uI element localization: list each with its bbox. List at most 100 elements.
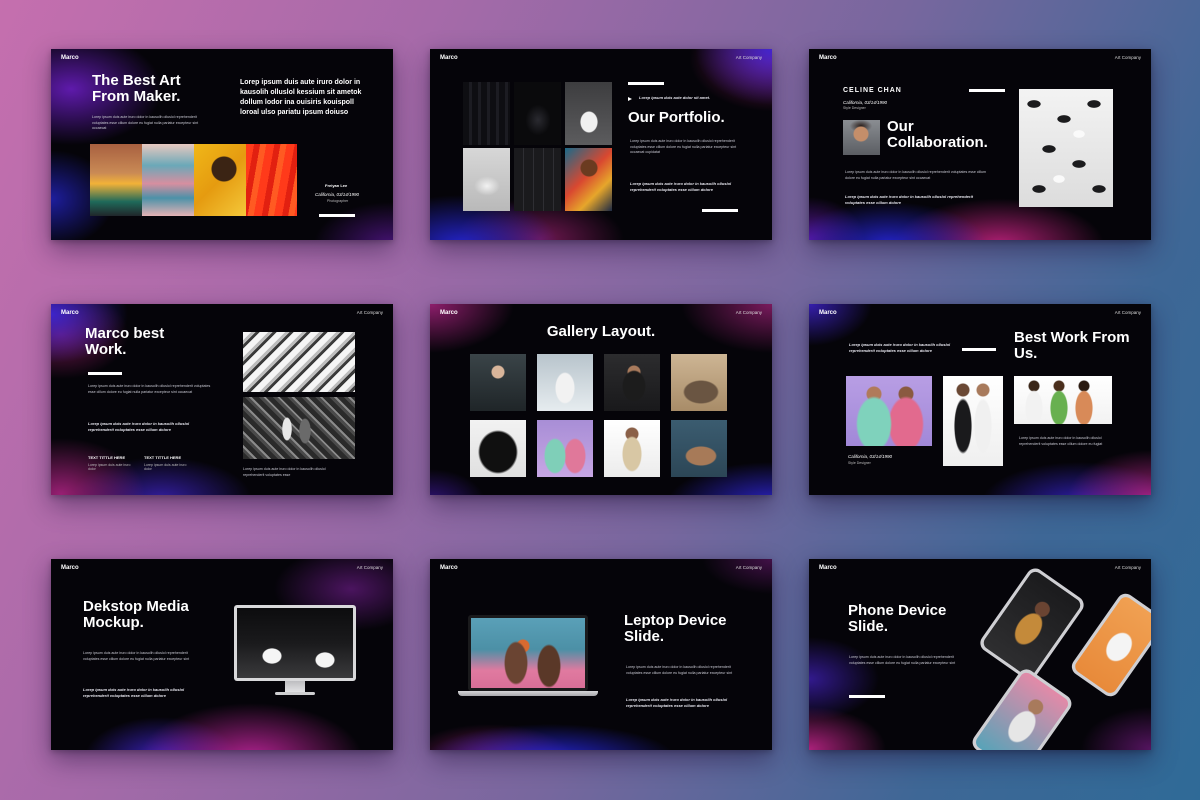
photo-sneakers <box>1019 89 1113 207</box>
slide-title: Gallery Layout. <box>546 323 656 340</box>
quote-text: Lorep ipsum duis aute iruro dolor in kau… <box>845 194 974 205</box>
photo-portrait <box>843 120 880 155</box>
photo-two-coats <box>846 376 932 446</box>
quote-text: Lorep ipsum duis aute iruro dolor in kau… <box>88 421 190 432</box>
gallery-photo-6 <box>537 420 593 477</box>
phone-screen-right <box>1072 594 1151 696</box>
person-name: CELINE CHAN <box>843 87 902 94</box>
monitor-screen <box>237 608 353 678</box>
laptop-screen-frame <box>468 615 588 691</box>
company-label: Art Company <box>735 565 762 570</box>
laptop-screen <box>471 618 585 688</box>
brand-label: Marco <box>440 565 458 571</box>
person-role: Photographer <box>327 199 349 203</box>
body-text: Lorep ipsum duis aute iruro dolor in kau… <box>630 139 737 155</box>
person-meta: California, 03/14/1990 <box>848 454 893 459</box>
photo-red-coats <box>246 144 297 216</box>
gallery-photo-8 <box>671 420 727 477</box>
person-meta: California, 03/14/1990 <box>315 192 360 197</box>
body-text: Lorep ipsum duis aute iruro dolor in kau… <box>1019 436 1103 446</box>
photo-couple <box>943 376 1003 466</box>
photo-white-shirt <box>565 82 612 145</box>
body-text: Lorep ipsum duis aute iruro dolor in kau… <box>849 655 956 665</box>
col1-title: TEXT TITTLE HERE <box>88 455 126 460</box>
photo-dark-hanger <box>514 82 561 145</box>
body-text: Lorep ipsum duis aute iruro dolor in kau… <box>845 170 987 180</box>
photo-hangers-bw <box>243 332 355 392</box>
person-meta: California, 03/14/1990 <box>843 100 888 105</box>
photo-window <box>514 148 561 211</box>
gallery-photo-7 <box>604 420 660 477</box>
phone-screen-top <box>981 569 1083 679</box>
body-text: Lorep ipsum duis aute iruro dolor in kau… <box>92 115 199 131</box>
slide-best-work[interactable]: Marco Art Company Marco best Work. Lorep… <box>51 304 393 495</box>
company-label: Art Company <box>1114 55 1141 60</box>
phone-screen-bottom <box>973 670 1071 750</box>
gallery-photo-3 <box>604 354 660 411</box>
photo-orange-hat <box>90 144 142 216</box>
photo-jackets <box>463 82 510 145</box>
brand-label: Marco <box>819 55 837 61</box>
slide-best-art[interactable]: Marco The Best Art From Maker. Lorep ips… <box>51 49 393 240</box>
accent-bar <box>962 348 996 351</box>
gallery-photo-1 <box>470 354 526 411</box>
slide-title: Leptop Device Slide. <box>624 612 727 646</box>
accent-bar <box>319 214 355 217</box>
side-body-text: Lorep ipsum duis aute iruro dolor in kau… <box>243 467 326 477</box>
slide-title: Our Collaboration. <box>887 118 988 152</box>
play-arrow-icon <box>628 97 632 101</box>
slide-collaboration[interactable]: Marco Art Company CELINE CHAN California… <box>809 49 1151 240</box>
company-label: Art Company <box>735 310 762 315</box>
photo-yellow <box>194 144 246 216</box>
slide-phone[interactable]: Marco Art Company Phone Device Slide. Lo… <box>809 559 1151 750</box>
company-label: Art Company <box>735 55 762 60</box>
photo-colorful <box>565 148 612 211</box>
lead-text: Lorep ipsum duis aute iruro dolor in kau… <box>240 79 362 117</box>
company-label: Art Company <box>1114 310 1141 315</box>
accent-bar <box>969 89 1005 92</box>
accent-bar-bottom <box>702 209 738 212</box>
slide-title: The Best Art From Maker. <box>92 72 181 106</box>
slide-title: Best Work From Us. <box>1014 329 1130 363</box>
photo-stairs <box>142 144 194 216</box>
person-role: Style Designer <box>848 461 871 465</box>
company-label: Art Company <box>356 565 383 570</box>
photo-bottles-bw <box>243 397 355 459</box>
quote-text: Lorep ipsum duis aute iruro dolor in kau… <box>83 687 185 698</box>
body-text: Lorep ipsum duis aute iruro dolor in kau… <box>83 651 190 661</box>
monitor-base <box>275 692 315 695</box>
gallery-photo-2 <box>537 354 593 411</box>
body-text: Lorep ipsum duis aute iruro dolor in kau… <box>626 665 733 675</box>
gallery-photo-4 <box>671 354 727 411</box>
kicker-text: Lorep ipsum duis aute dolor sit amet. <box>639 95 711 100</box>
quote-text: Lorep ipsum duis aute iruro dolor in kau… <box>849 342 951 353</box>
photo-group <box>1014 376 1112 424</box>
quote-text: Lorep ipsum duis aute iruro dolor in kau… <box>630 181 732 192</box>
company-label: Art Company <box>356 310 383 315</box>
photo-sneaker <box>463 148 510 211</box>
brand-label: Marco <box>440 55 458 61</box>
body-text: Lorep ipsum duis aute iruro dolor in kau… <box>88 384 211 394</box>
slide-laptop[interactable]: Marco Art Company Leptop Device Slide. L… <box>430 559 772 750</box>
brand-label: Marco <box>440 310 458 316</box>
col2-title: TEXT TITTLE HERE <box>144 455 182 460</box>
slide-best-work-from-us[interactable]: Marco Art Company Lorep ipsum duis aute … <box>809 304 1151 495</box>
quote-text: Lorep ipsum duis aute iruro dolor in kau… <box>626 697 728 708</box>
gallery-photo-5 <box>470 420 526 477</box>
phone-mockup-bottom <box>969 665 1075 750</box>
slide-title: Dekstop Media Mockup. <box>83 598 189 632</box>
laptop-base <box>458 691 598 696</box>
slide-title: Our Portfolio. <box>628 109 725 126</box>
slide-portfolio[interactable]: Marco Art Company Lorep ipsum duis aute … <box>430 49 772 240</box>
person-role: Style Designer <box>843 106 866 110</box>
brand-label: Marco <box>819 310 837 316</box>
slide-title: Phone Device Slide. <box>848 602 947 636</box>
col1-body: Lorep ipsum duis aute iruro dolor <box>88 463 131 471</box>
slide-desktop-mockup[interactable]: Marco Art Company Dekstop Media Mockup. … <box>51 559 393 750</box>
col2-body: Lorep ipsum duis aute iruro dolor <box>144 463 187 471</box>
brand-label: Marco <box>61 55 79 61</box>
slide-gallery[interactable]: Marco Art Company Gallery Layout. <box>430 304 772 495</box>
slide-title: Marco best Work. <box>85 325 165 359</box>
person-name: Freiyan Lee <box>325 183 348 188</box>
accent-bar <box>849 695 885 698</box>
